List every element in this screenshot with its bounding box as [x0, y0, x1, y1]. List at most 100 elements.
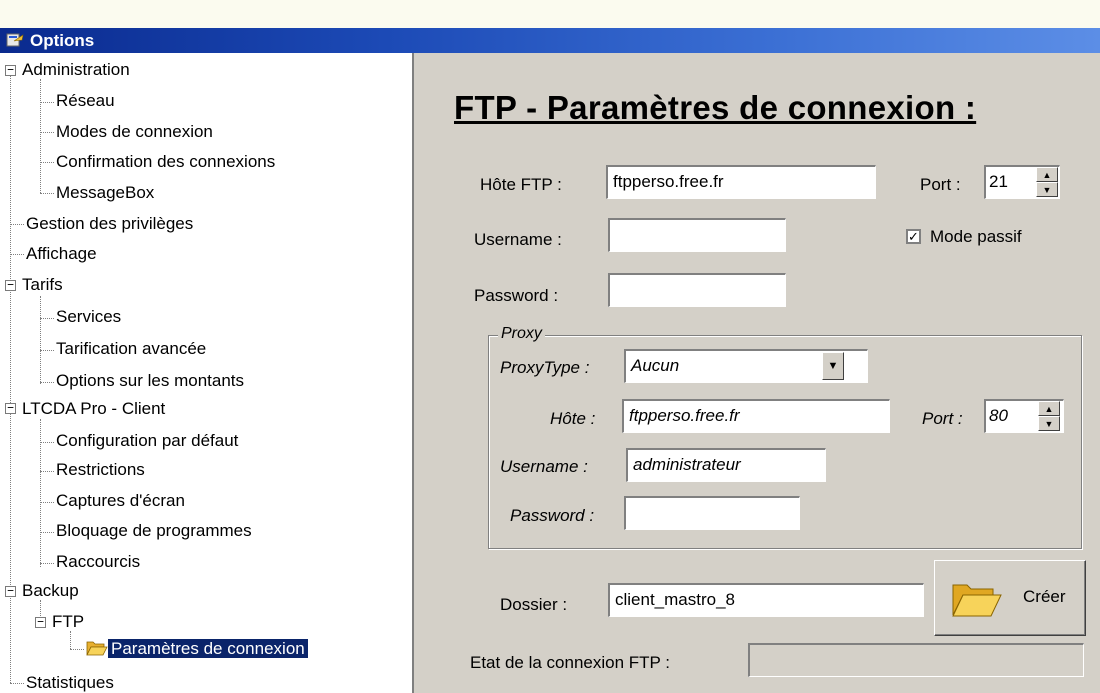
- tree-item-label: Raccourcis: [56, 552, 141, 571]
- tree-item-backup[interactable]: Backup: [22, 578, 79, 604]
- proxy-port-value: 80: [989, 406, 1008, 425]
- collapse-toggle[interactable]: −: [5, 64, 16, 76]
- tree-line: [40, 162, 54, 163]
- tree-item-label: Options sur les montants: [56, 371, 245, 390]
- spin-up-button[interactable]: ▲: [1038, 401, 1060, 416]
- spin-down-button[interactable]: ▼: [1036, 182, 1058, 197]
- tree-line: [10, 254, 24, 255]
- proxy-username-input[interactable]: administrateur: [626, 448, 826, 482]
- proxy-host-input[interactable]: ftpperso.free.fr: [622, 399, 890, 433]
- tree-item-options-montants[interactable]: Options sur les montants: [56, 368, 244, 394]
- proxy-host-label: Hôte :: [550, 409, 596, 428]
- tree-item-tarifs[interactable]: Tarifs: [22, 272, 63, 298]
- tree-item-messagebox[interactable]: MessageBox: [56, 180, 154, 206]
- tree-item-ftp[interactable]: FTP: [52, 609, 84, 635]
- folder-label: Dossier :: [500, 595, 568, 614]
- tree-line: [10, 224, 24, 225]
- tree-line: [40, 382, 54, 383]
- tree-item-affichage[interactable]: Affichage: [26, 241, 97, 267]
- spin-up-button[interactable]: ▲: [1036, 167, 1058, 182]
- collapse-toggle[interactable]: −: [5, 402, 16, 414]
- tree-item-statistiques[interactable]: Statistiques: [26, 670, 114, 693]
- tree-line: [40, 532, 54, 533]
- tree-item-label: Bloquage de programmes: [56, 521, 252, 540]
- tree-item-label: Backup: [22, 581, 79, 600]
- window-titlebar[interactable]: Options: [0, 28, 1100, 53]
- tree-item-label: LTCDA Pro - Client: [22, 399, 166, 418]
- tree-item-label: Statistiques: [26, 673, 114, 692]
- tree-item-label: Services: [56, 307, 122, 326]
- tree-line: [40, 563, 54, 564]
- password-label: Password :: [474, 286, 559, 305]
- collapse-toggle[interactable]: −: [5, 279, 16, 291]
- proxy-type-select[interactable]: Aucun ▼: [624, 349, 868, 383]
- tree-line: [40, 193, 54, 194]
- tree-item-tarification[interactable]: Tarification avancée: [56, 336, 206, 362]
- password-input[interactable]: [608, 273, 786, 307]
- options-app-icon: [6, 33, 24, 47]
- port-value: 21: [989, 172, 1008, 191]
- page-title: FTP - Paramètres de connexion :: [454, 89, 977, 126]
- port-input[interactable]: 21 ▲ ▼: [984, 165, 1060, 199]
- tree-line: [40, 350, 54, 351]
- tree-item-params[interactable]: Paramètres de connexion: [86, 636, 308, 662]
- tree-item-label: MessageBox: [56, 183, 155, 202]
- tree-line: [40, 296, 41, 384]
- proxy-type-value: Aucun: [631, 356, 680, 375]
- tree-line: [40, 502, 54, 503]
- tree-item-confirmation[interactable]: Confirmation des connexions: [56, 149, 275, 175]
- tree-item-label: Modes de connexion: [56, 122, 213, 141]
- status-field: [748, 643, 1084, 677]
- tree-item-reseau[interactable]: Réseau: [56, 88, 115, 114]
- host-label: Hôte FTP :: [480, 175, 562, 194]
- tree-item-privileges[interactable]: Gestion des privilèges: [26, 211, 193, 237]
- tree-item-label: Affichage: [26, 244, 97, 263]
- proxy-username-label: Username :: [500, 457, 588, 476]
- tree-item-config[interactable]: Configuration par défaut: [56, 428, 238, 454]
- collapse-toggle[interactable]: −: [35, 616, 46, 628]
- port-label: Port :: [920, 175, 961, 194]
- window-title: Options: [30, 31, 95, 50]
- proxy-type-label: ProxyType :: [500, 358, 590, 377]
- tree-item-label: Configuration par défaut: [56, 431, 239, 450]
- tree-item-captures[interactable]: Captures d'écran: [56, 488, 185, 514]
- folder-icon: [952, 584, 1002, 617]
- background-strip: [0, 0, 1100, 28]
- tree-item-modes[interactable]: Modes de connexion: [56, 119, 213, 145]
- passive-mode-label: Mode passif: [930, 227, 1022, 246]
- open-folder-icon: [86, 641, 108, 656]
- tree-item-label: Tarifs: [22, 275, 63, 294]
- tree-line: [40, 442, 54, 443]
- passive-mode-checkbox[interactable]: ✓: [906, 229, 921, 244]
- options-tree[interactable]: − − − − − Administration Réseau Modes de…: [0, 53, 414, 693]
- tree-line: [70, 649, 84, 650]
- create-button-label: Créer: [1023, 587, 1066, 606]
- tree-item-label: Confirmation des connexions: [56, 152, 276, 171]
- username-label: Username :: [474, 230, 562, 249]
- proxy-port-label: Port :: [922, 409, 963, 428]
- tree-item-services[interactable]: Services: [56, 304, 121, 330]
- tree-line: [40, 318, 54, 319]
- collapse-toggle[interactable]: −: [5, 585, 16, 597]
- spin-down-button[interactable]: ▼: [1038, 416, 1060, 431]
- tree-item-administration[interactable]: Administration: [22, 57, 130, 83]
- proxy-password-input[interactable]: [624, 496, 800, 530]
- tree-item-bloquage[interactable]: Bloquage de programmes: [56, 518, 252, 544]
- username-input[interactable]: [608, 218, 786, 252]
- tree-item-label: FTP: [52, 612, 85, 631]
- tree-item-label: Captures d'écran: [56, 491, 185, 510]
- tree-item-label: Gestion des privilèges: [26, 214, 194, 233]
- create-button[interactable]: Créer: [934, 560, 1086, 636]
- tree-item-ltcda[interactable]: LTCDA Pro - Client: [22, 396, 165, 422]
- tree-line: [40, 102, 54, 103]
- host-input[interactable]: ftpperso.free.fr: [606, 165, 876, 199]
- tree-item-label: Paramètres de connexion: [108, 639, 308, 658]
- tree-item-label: Réseau: [56, 91, 115, 110]
- folder-input[interactable]: client_mastro_8: [608, 583, 924, 617]
- status-label: Etat de la connexion FTP :: [470, 653, 671, 672]
- proxy-port-input[interactable]: 80 ▲ ▼: [984, 399, 1064, 433]
- tree-item-restrictions[interactable]: Restrictions: [56, 457, 145, 483]
- tree-item-raccourcis[interactable]: Raccourcis: [56, 549, 140, 575]
- chevron-down-icon[interactable]: ▼: [822, 352, 844, 380]
- tree-item-label: Tarification avancée: [56, 339, 207, 358]
